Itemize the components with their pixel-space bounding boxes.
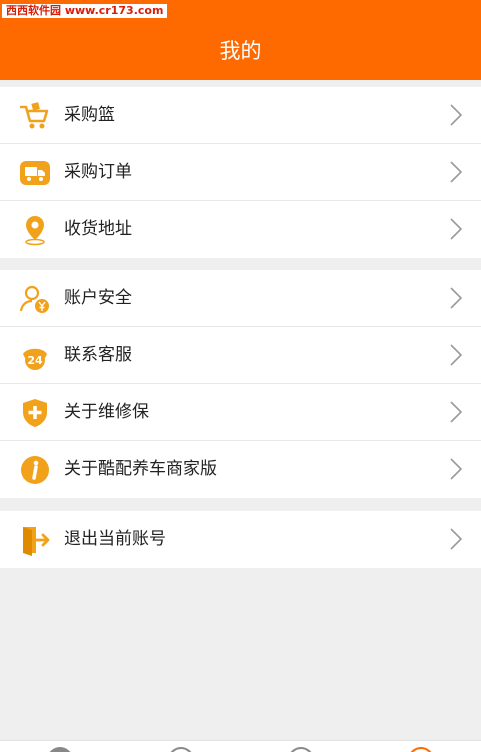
page-title: 我的: [219, 39, 262, 63]
menu-item-customer-service[interactable]: 24 联系客服: [0, 327, 481, 384]
menu-item-about-app[interactable]: 关于酷配养车商家版: [0, 441, 481, 498]
watermark: 西西软件园 www.cr173.com: [2, 4, 168, 18]
menu-item-label: 采购篮: [64, 105, 115, 125]
menu-item-label: 关于酷配养车商家版: [64, 459, 217, 479]
chevron-right-icon: [449, 457, 463, 481]
menu-group-orders: 采购篮 采购订单 收货地址: [0, 87, 481, 258]
svg-text:24: 24: [27, 354, 43, 367]
menu-item-label: 退出当前账号: [64, 529, 166, 549]
menu-group-logout: 退出当前账号: [0, 511, 481, 568]
menu-item-label: 采购订单: [64, 162, 132, 182]
chevron-right-icon: [449, 160, 463, 184]
phone-24-icon: 24: [19, 340, 51, 372]
menu-item-shipping-address[interactable]: 收货地址: [0, 201, 481, 258]
chevron-right-icon: [449, 286, 463, 310]
menu-item-label: 联系客服: [64, 345, 132, 365]
chevron-right-icon: [449, 103, 463, 127]
chevron-right-icon: [449, 400, 463, 424]
chevron-right-icon: [449, 343, 463, 367]
chevron-right-icon: [449, 527, 463, 551]
delivery-truck-icon: [19, 157, 51, 189]
shopping-cart-icon: [19, 100, 51, 132]
logout-icon: [19, 524, 51, 556]
menu-item-label: 账户安全: [64, 288, 132, 308]
chevron-right-icon: [449, 217, 463, 241]
bottom-tab-bar: [0, 740, 481, 752]
menu-item-purchase-orders[interactable]: 采购订单: [0, 144, 481, 201]
message-tab-icon[interactable]: [288, 747, 314, 752]
menu-item-about-repair[interactable]: 关于维修保: [0, 384, 481, 441]
menu-item-label: 关于维修保: [64, 402, 149, 422]
category-tab-icon[interactable]: [168, 747, 194, 752]
profile-tab-icon[interactable]: [408, 747, 434, 752]
menu-item-purchase-basket[interactable]: 采购篮: [0, 87, 481, 144]
user-security-icon: [19, 283, 51, 315]
menu-item-account-security[interactable]: 账户安全: [0, 270, 481, 327]
menu-item-logout[interactable]: 退出当前账号: [0, 511, 481, 568]
home-tab-icon[interactable]: [47, 747, 73, 752]
menu-item-label: 收货地址: [64, 219, 132, 239]
location-pin-icon: [19, 214, 51, 246]
info-icon: [19, 454, 51, 486]
shield-cross-icon: [19, 397, 51, 429]
menu-group-account: 账户安全 24 联系客服 关于维修保 关于酷配养车商家版: [0, 270, 481, 498]
